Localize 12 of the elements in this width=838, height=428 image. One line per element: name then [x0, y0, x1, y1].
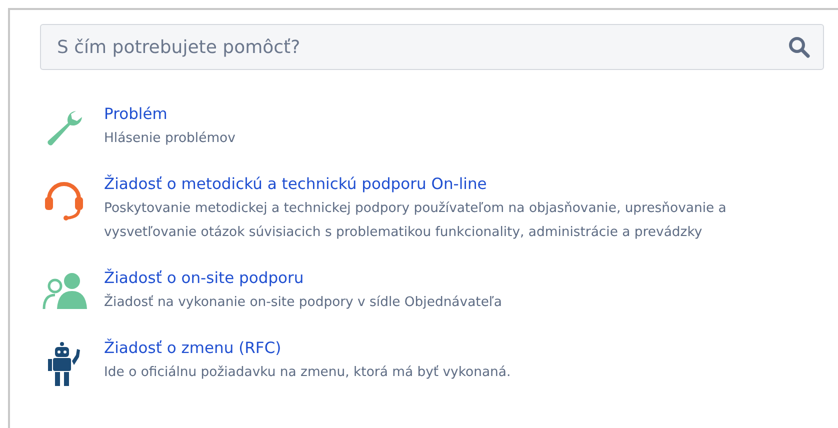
request-type-description: Žiadosť na vykonanie on-site podpory v sídle Objednávateľa: [104, 292, 502, 312]
people-icon: [41, 271, 87, 311]
request-type-link[interactable]: Žiadosť o metodickú a technickú podporu On-line: [104, 175, 794, 193]
search-field[interactable]: S čím potrebujete pomôcť?: [40, 24, 824, 70]
request-type-description: Hlásenie problémov: [104, 130, 236, 148]
request-type-link[interactable]: Problém: [104, 105, 236, 123]
request-type-description: Ide o oficiálnu požiadavku na zmenu, ktorá má byť vykonaná.: [104, 364, 511, 382]
request-type-description: Poskytovanie metodickej a technickej podpory používateľom na objasňovanie, upresňovanie a vysvetľovanie otázok súvisiacich s problematikou funkcionality, administrácie a prevádzky: [104, 200, 728, 242]
search-icon[interactable]: [788, 36, 810, 58]
request-type-link[interactable]: Žiadosť o zmenu (RFC): [104, 339, 511, 357]
robot-icon: [47, 341, 81, 387]
request-type-link[interactable]: Žiadosť o on-site podporu: [104, 269, 502, 287]
